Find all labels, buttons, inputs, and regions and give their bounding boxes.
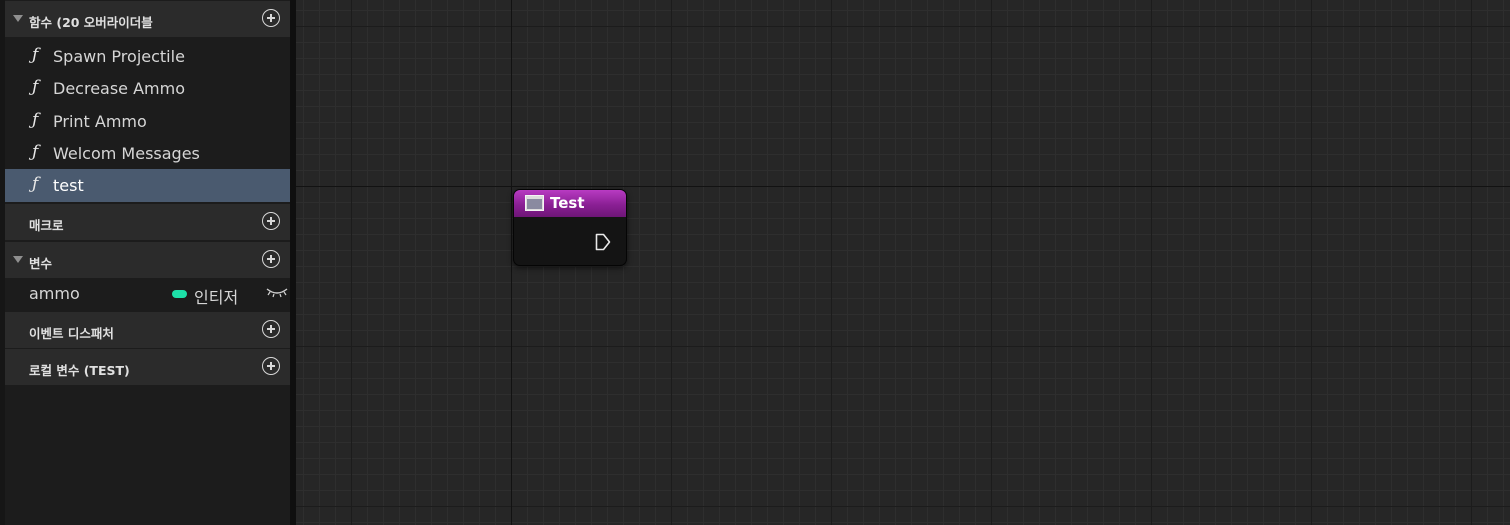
function-icon: ƒ	[32, 142, 39, 162]
function-icon: ƒ	[32, 110, 39, 130]
my-blueprint-panel: 함수 (20 오버라이더블 ƒ Spawn Projectile ƒ Decre…	[0, 0, 292, 525]
variable-name: ammo	[29, 284, 80, 303]
function-item-label: test	[53, 176, 84, 195]
function-item-label: Welcom Messages	[53, 144, 200, 163]
add-local-variable-button[interactable]	[262, 357, 280, 375]
function-item-label: Print Ammo	[53, 112, 147, 131]
node-title: Test	[550, 194, 585, 212]
exec-output-pin-icon[interactable]	[595, 233, 611, 251]
collapse-caret-icon[interactable]	[13, 256, 23, 263]
function-icon: ƒ	[32, 174, 39, 194]
function-item-welcom-messages[interactable]: ƒ Welcom Messages	[5, 137, 290, 169]
add-event-dispatcher-button[interactable]	[262, 320, 280, 338]
local-variables-section-title: 로컬 변수 (TEST)	[29, 363, 130, 378]
function-item-label: Spawn Projectile	[53, 47, 185, 66]
event-dispatchers-section-title: 이벤트 디스패처	[29, 326, 114, 341]
variables-section-header[interactable]: 변수	[5, 242, 290, 278]
eye-closed-icon[interactable]	[266, 287, 288, 299]
add-function-button[interactable]	[262, 9, 280, 27]
variables-section-title: 변수	[29, 256, 53, 271]
functions-section-header[interactable]: 함수 (20 오버라이더블	[5, 1, 290, 37]
variable-type-pill-icon[interactable]	[172, 290, 187, 298]
functions-section-title: 함수 (20 오버라이더블	[29, 15, 153, 30]
local-variables-section-header[interactable]: 로컬 변수 (TEST)	[5, 349, 290, 385]
macros-section-header[interactable]: 매크로	[5, 204, 290, 240]
variable-type-label[interactable]: 인티저	[194, 284, 238, 308]
function-item-label: Decrease Ammo	[53, 79, 186, 98]
node-header[interactable]: Test	[514, 190, 626, 217]
function-entry-node[interactable]: Test	[513, 189, 627, 266]
function-item-spawn-projectile[interactable]: ƒ Spawn Projectile	[5, 40, 290, 72]
function-item-decrease-ammo[interactable]: ƒ Decrease Ammo	[5, 72, 290, 104]
function-icon: ƒ	[32, 45, 39, 65]
blueprint-graph-canvas[interactable]	[296, 0, 1510, 525]
add-macro-button[interactable]	[262, 212, 280, 230]
event-dispatchers-section-header[interactable]: 이벤트 디스패처	[5, 312, 290, 348]
collapse-caret-icon[interactable]	[13, 15, 23, 22]
variable-item-ammo[interactable]: ammo 인티저	[5, 278, 290, 310]
function-item-print-ammo[interactable]: ƒ Print Ammo	[5, 105, 290, 137]
add-variable-button[interactable]	[262, 250, 280, 268]
function-icon: ƒ	[32, 77, 39, 97]
macros-section-title: 매크로	[29, 218, 64, 233]
function-item-test[interactable]: ƒ test	[5, 169, 290, 202]
function-entry-icon	[525, 195, 544, 211]
